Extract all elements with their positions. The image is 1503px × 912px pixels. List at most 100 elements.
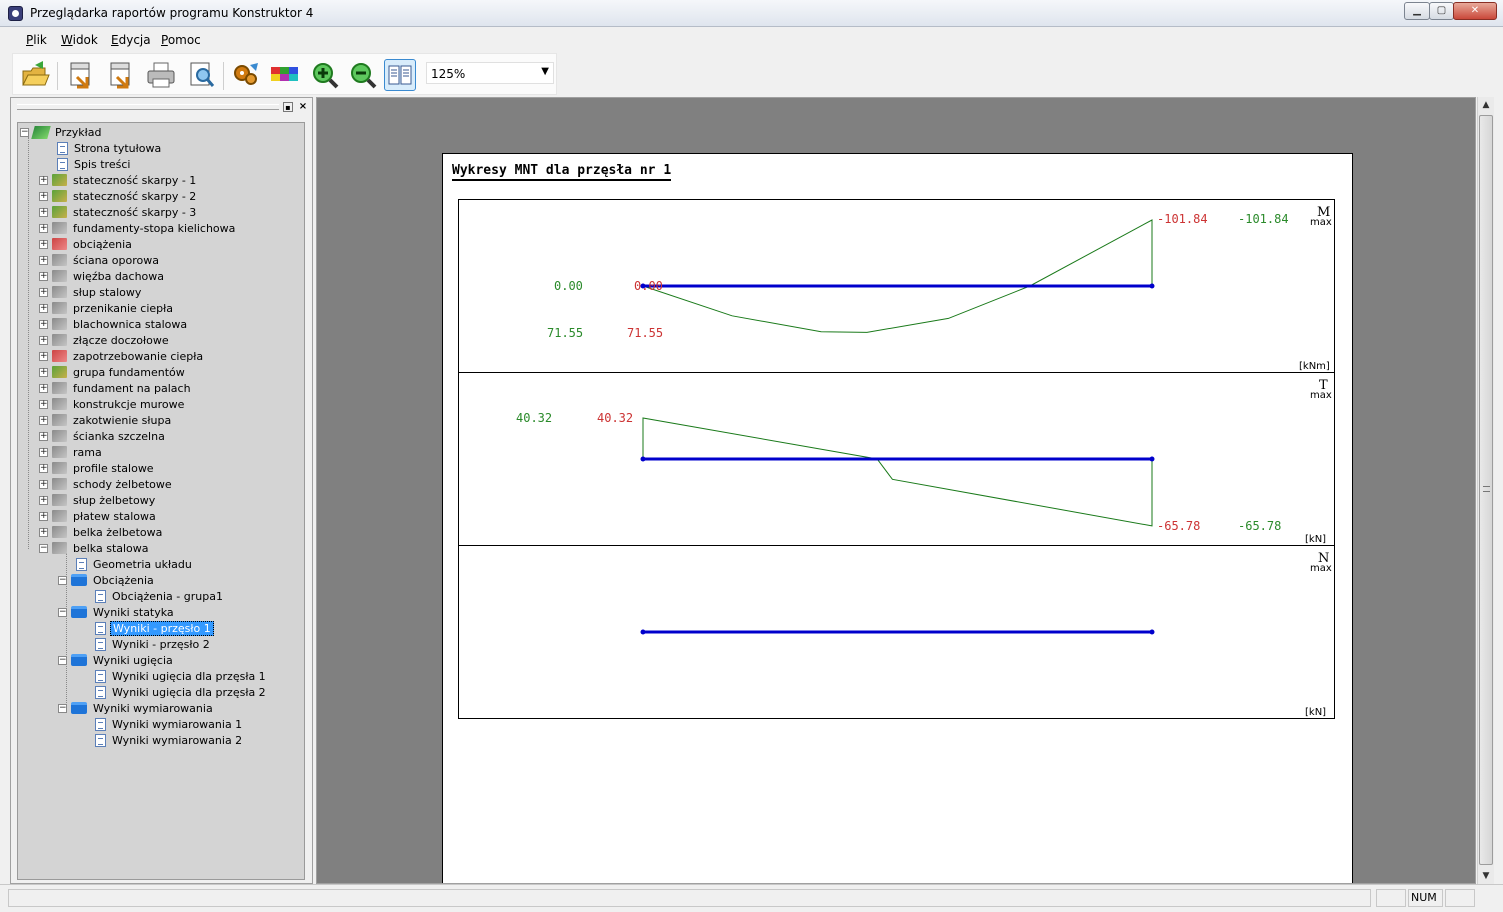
tree-item[interactable]: + stateczność skarpy - 1 — [39, 172, 198, 188]
tree-item[interactable]: Wyniki wymiarowania 2 — [93, 732, 244, 748]
tree-item[interactable]: + słup żelbetowy — [39, 492, 157, 508]
tree-item[interactable]: − Obciążenia — [58, 572, 156, 588]
tree-item[interactable]: Spis treści — [55, 156, 132, 172]
expand-icon[interactable]: + — [39, 223, 48, 233]
expand-icon[interactable]: + — [39, 527, 48, 537]
collapse-icon[interactable]: − — [58, 575, 67, 585]
print-icon[interactable] — [145, 59, 177, 91]
tree-item[interactable]: + przenikanie ciepła — [39, 300, 175, 316]
print-preview-icon[interactable] — [185, 59, 217, 91]
expand-icon[interactable]: + — [39, 335, 48, 345]
menu-pomoc[interactable]: Pomoc — [161, 33, 201, 47]
expand-icon[interactable]: + — [39, 367, 48, 377]
menu-widok[interactable]: Widok — [61, 33, 98, 47]
collapse-icon[interactable]: − — [58, 607, 67, 617]
expand-icon[interactable]: + — [39, 447, 48, 457]
tree-item[interactable]: Geometria układu — [74, 556, 194, 572]
tree-item[interactable]: − Wyniki wymiarowania — [58, 700, 215, 716]
expand-icon[interactable]: + — [39, 415, 48, 425]
expand-icon[interactable]: + — [39, 383, 48, 393]
value-label: 0.00 — [554, 279, 583, 293]
tree-item[interactable]: + zapotrzebowanie ciepła — [39, 348, 205, 364]
vertical-scrollbar[interactable]: ▲ ▼ — [1477, 97, 1494, 884]
tree-item[interactable]: + belka żelbetowa — [39, 524, 164, 540]
expand-icon[interactable]: + — [39, 511, 48, 521]
tree-item[interactable]: − belka stalowa — [39, 540, 151, 556]
beam-start-node — [640, 456, 646, 462]
tree-item[interactable]: + zakotwienie słupa — [39, 412, 173, 428]
expand-icon[interactable]: + — [39, 239, 48, 249]
tree-item[interactable]: − Wyniki statyka — [58, 604, 176, 620]
colors-icon[interactable] — [269, 59, 301, 91]
tree-item[interactable]: + złącze doczołowe — [39, 332, 171, 348]
minimize-button[interactable]: ▁ — [1404, 2, 1430, 20]
expand-icon[interactable]: + — [39, 479, 48, 489]
tree-item[interactable]: − Wyniki ugięcia — [58, 652, 175, 668]
expand-icon[interactable]: + — [39, 303, 48, 313]
scroll-thumb[interactable] — [1479, 115, 1493, 865]
tree-item[interactable]: Wyniki ugięcia dla przęsła 2 — [93, 684, 268, 700]
settings-icon[interactable] — [230, 59, 262, 91]
close-button[interactable]: ✕ — [1453, 2, 1497, 20]
panel-grip[interactable] — [17, 104, 279, 110]
tree-item[interactable]: + schody żelbetowe — [39, 476, 174, 492]
expand-icon[interactable]: + — [39, 495, 48, 505]
zoom-select[interactable]: 125% ▼ — [426, 62, 554, 84]
menu-plik[interactable]: Plik — [26, 33, 47, 47]
menu-edycja[interactable]: Edycja — [111, 33, 151, 47]
tree-item[interactable]: + ściana oporowa — [39, 252, 161, 268]
page-view-icon[interactable] — [384, 59, 416, 91]
expand-icon[interactable]: + — [39, 431, 48, 441]
title-bar: Przeglądarka raportów programu Konstrukt… — [0, 0, 1503, 27]
tree-item[interactable]: + rama — [39, 444, 104, 460]
zoom-in-icon[interactable] — [309, 59, 341, 91]
tree-item[interactable]: Wyniki - przęsło 2 — [93, 636, 212, 652]
scroll-up-icon[interactable]: ▲ — [1478, 97, 1494, 113]
expand-icon[interactable]: + — [39, 287, 48, 297]
tree-item[interactable]: + fundamenty-stopa kielichowa — [39, 220, 237, 236]
expand-icon[interactable]: + — [39, 463, 48, 473]
expand-icon[interactable]: + — [39, 255, 48, 265]
tree-item[interactable]: + konstrukcje murowe — [39, 396, 186, 412]
expand-icon[interactable]: + — [39, 351, 48, 361]
tree-item[interactable]: + stateczność skarpy - 2 — [39, 188, 198, 204]
tree-item[interactable]: + profile stalowe — [39, 460, 156, 476]
tree-item[interactable]: + fundament na palach — [39, 380, 193, 396]
collapse-icon[interactable]: − — [58, 655, 67, 665]
tree-item-root[interactable]: − Przykład — [20, 124, 103, 140]
zoom-out-icon[interactable] — [347, 59, 379, 91]
collapse-icon[interactable]: − — [58, 703, 67, 713]
pin-icon[interactable]: ▪ — [283, 102, 293, 112]
open-icon[interactable] — [19, 59, 51, 91]
close-icon[interactable]: × — [297, 101, 309, 113]
tree-item[interactable]: + obciążenia — [39, 236, 134, 252]
export-rtf-icon[interactable] — [105, 59, 137, 91]
expand-icon[interactable]: + — [39, 207, 48, 217]
maximize-button[interactable]: ▢ — [1429, 2, 1454, 20]
expand-icon[interactable]: + — [39, 191, 48, 201]
tree-item[interactable]: + blachownica stalowa — [39, 316, 189, 332]
collapse-icon[interactable]: − — [20, 127, 29, 137]
expand-icon[interactable]: + — [39, 319, 48, 329]
tree-item[interactable]: Wyniki ugięcia dla przęsła 1 — [93, 668, 268, 684]
tree-item[interactable]: + więźba dachowa — [39, 268, 166, 284]
tree-label: Wyniki ugięcia dla przęsła 1 — [112, 669, 266, 683]
tree-item[interactable]: Strona tytułowa — [55, 140, 163, 156]
report-view[interactable]: Wykresy MNT dla przęsła nr 1 0.00 0.00 7… — [316, 97, 1476, 884]
expand-icon[interactable]: + — [39, 271, 48, 281]
tree-item[interactable]: + ścianka szczelna — [39, 428, 167, 444]
tree-item[interactable]: + grupa fundamentów — [39, 364, 187, 380]
chevron-down-icon[interactable]: ▼ — [541, 66, 549, 77]
tree-item[interactable]: + płatew stalowa — [39, 508, 158, 524]
scroll-down-icon[interactable]: ▼ — [1478, 868, 1494, 884]
collapse-icon[interactable]: − — [39, 543, 48, 553]
expand-icon[interactable]: + — [39, 175, 48, 185]
tree-item[interactable]: + stateczność skarpy - 3 — [39, 204, 198, 220]
tree-item[interactable]: Obciążenia - grupa1 — [93, 588, 225, 604]
tree-item-selected[interactable]: Wyniki - przęsło 1 — [93, 620, 214, 636]
export-html-icon[interactable] — [65, 59, 97, 91]
tree-label: Wyniki wymiarowania 1 — [112, 717, 243, 731]
tree-item[interactable]: + słup stalowy — [39, 284, 143, 300]
expand-icon[interactable]: + — [39, 399, 48, 409]
tree-item[interactable]: Wyniki wymiarowania 1 — [93, 716, 244, 732]
